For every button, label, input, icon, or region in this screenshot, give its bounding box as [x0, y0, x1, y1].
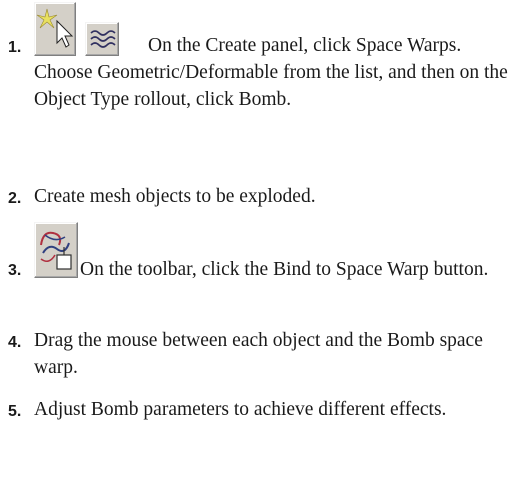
step-2-text: Create mesh objects to be exploded.	[34, 186, 316, 207]
step-number: 5.	[8, 403, 22, 420]
step-number: 2.	[8, 190, 22, 207]
step-number: 3.	[8, 262, 22, 279]
step-3: 3. On the toolbar, click the Bind to Spa…	[8, 222, 508, 312]
step-4-text: Drag the mouse between each object and t…	[34, 330, 483, 378]
step-5: 5. Adjust Bomb parameters to achieve dif…	[8, 396, 508, 423]
step-5-text: Adjust Bomb parameters to achieve differ…	[34, 399, 447, 420]
step-list: 1. On the Create panel, click Space Warp…	[8, 0, 508, 420]
step-number: 4.	[8, 334, 22, 351]
step-1-text: On the Create panel, click Space Warps. …	[34, 35, 508, 110]
step-4: 4. Drag the mouse between each object an…	[8, 327, 508, 381]
step-3-text: On the toolbar, click the Bind to Space …	[80, 259, 489, 280]
step-2: 2. Create mesh objects to be exploded.	[8, 183, 508, 210]
step-1: 1. On the Create panel, click Space Warp…	[8, 2, 508, 167]
step-number: 1.	[8, 39, 22, 56]
